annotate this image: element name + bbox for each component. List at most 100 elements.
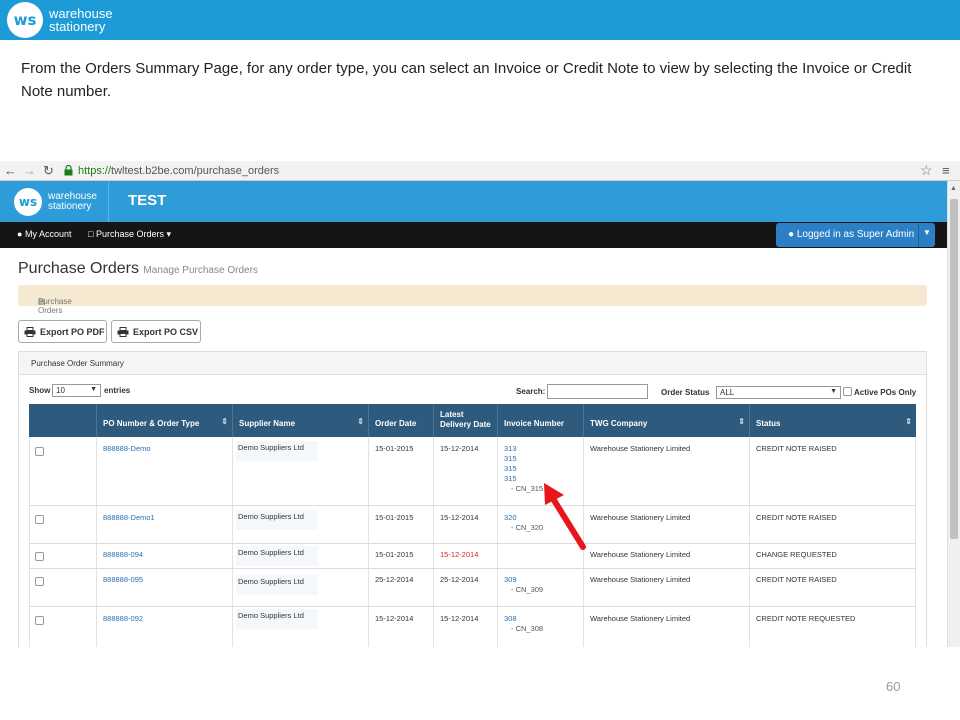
status-text: CHANGE REQUESTED: [756, 550, 837, 559]
export-po-pdf-button[interactable]: Export PO PDF: [18, 320, 107, 343]
nav-purchase-orders[interactable]: □ Purchase Orders ▾: [88, 229, 171, 240]
table-header: PO Number & Order Type ⇕ Supplier Name ⇕ O…: [29, 404, 916, 437]
header-status[interactable]: Status ⇕: [750, 404, 916, 437]
status-text: CREDIT NOTE RAISED: [756, 444, 837, 453]
user-icon: ●: [788, 229, 795, 240]
delivery-date: 15-12-2014: [440, 614, 479, 623]
header-invoice-number[interactable]: Invoice Number: [498, 404, 584, 437]
breadcrumb: ▤ Purchase Orders: [18, 285, 927, 315]
invoice-link[interactable]: 315: [504, 454, 543, 464]
chevron-down-icon[interactable]: ▼: [923, 228, 931, 237]
company-name: Warehouse Stationery Limited: [590, 550, 691, 559]
row-checkbox[interactable]: [35, 616, 44, 625]
status-text: CREDIT NOTE RAISED: [756, 575, 837, 584]
address-bar: ← → ↻ https://twltest.b2be.com/purchase_…: [0, 161, 960, 181]
order-date: 15-01-2015: [375, 550, 414, 559]
order-date: 25-12-2014: [375, 575, 414, 584]
scroll-thumb[interactable]: [950, 199, 958, 539]
highlight-arrow-icon: [544, 483, 586, 550]
order-status-label: Order Status: [661, 388, 710, 397]
delivery-date: 15-12-2014: [440, 550, 479, 559]
user-icon: ●: [17, 229, 23, 239]
logo-wordmark: warehouse stationery: [49, 6, 113, 34]
search-input[interactable]: [547, 384, 648, 399]
sort-icon[interactable]: ⇕: [738, 417, 745, 426]
bookmark-star-icon[interactable]: ☆: [920, 162, 933, 179]
company-name: Warehouse Stationery Limited: [590, 575, 691, 584]
delivery-date: 15-12-2014: [440, 513, 479, 522]
document-icon: □: [88, 229, 94, 239]
export-po-csv-button[interactable]: Export PO CSV: [111, 320, 201, 343]
brand-logo: ws warehouse stationery: [7, 2, 113, 38]
page-number: 60: [886, 679, 901, 694]
forward-icon[interactable]: →: [23, 163, 36, 179]
app-logo-mark: ws: [14, 188, 42, 216]
page-scrollbar[interactable]: ▲: [947, 181, 960, 647]
delivery-date: 25-12-2014: [440, 575, 479, 584]
table-row: 888888-092 Demo Suppliers Ltd 15-12-2014…: [29, 607, 916, 647]
printer-icon: [24, 326, 36, 337]
nav-my-account[interactable]: ● My Account: [17, 229, 71, 239]
company-name: Warehouse Stationery Limited: [590, 513, 691, 522]
row-checkbox[interactable]: [35, 577, 44, 586]
search-label: Search:: [516, 387, 546, 396]
show-label: Show: [29, 386, 51, 395]
slide-header: ws warehouse stationery: [0, 0, 960, 40]
entries-label: entries: [104, 386, 131, 395]
credit-note-link[interactable]: - CN_309: [504, 585, 543, 595]
chevron-down-icon: ▼: [90, 386, 97, 393]
invoice-link[interactable]: 309: [504, 575, 543, 585]
page-subtitle: Manage Purchase Orders: [143, 265, 258, 276]
sort-icon[interactable]: ⇕: [357, 417, 364, 426]
header-delivery-date[interactable]: Latest Delivery Date: [434, 404, 498, 437]
po-number-link[interactable]: 888888-094: [103, 550, 143, 559]
header-order-date[interactable]: Order Date: [369, 404, 434, 437]
logged-in-user-button[interactable]: ● Logged in as Super Admin ▼: [776, 223, 935, 247]
top-navbar: ● My Account □ Purchase Orders ▾ ● Logge…: [0, 222, 947, 248]
invoice-link[interactable]: 313: [504, 444, 543, 454]
app-logo-wordmark: warehouse stationery: [48, 191, 97, 212]
header-divider: [108, 181, 109, 222]
po-number-link[interactable]: 888888-Demo1: [103, 513, 155, 522]
invoice-link[interactable]: 308: [504, 614, 543, 624]
app-logo[interactable]: ws warehouse stationery: [14, 188, 97, 216]
table-row: 888888-Demo1 Demo Suppliers Ltd 15-01-20…: [29, 506, 916, 544]
invoice-link[interactable]: 315: [504, 464, 543, 474]
order-status-select[interactable]: ALL ▼: [716, 386, 841, 399]
company-name: Warehouse Stationery Limited: [590, 444, 691, 453]
header-supplier[interactable]: Supplier Name ⇕: [233, 404, 369, 437]
active-pos-checkbox[interactable]: [843, 387, 852, 396]
order-date: 15-01-2015: [375, 444, 414, 453]
row-checkbox[interactable]: [35, 447, 44, 456]
header-company[interactable]: TWG Company ⇕: [584, 404, 750, 437]
active-pos-label: Active POs Only: [854, 388, 917, 397]
delivery-date: 15-12-2014: [440, 444, 479, 453]
browser-menu-icon[interactable]: ≡: [942, 163, 950, 178]
po-number-link[interactable]: 888888-Demo: [103, 444, 151, 453]
row-checkbox[interactable]: [35, 515, 44, 524]
supplier-name: Demo Suppliers Ltd: [238, 611, 304, 620]
header-po-number[interactable]: PO Number & Order Type ⇕: [97, 404, 233, 437]
page-title: Purchase Orders Manage Purchase Orders: [18, 260, 258, 277]
printer-icon: [117, 326, 129, 337]
order-date: 15-12-2014: [375, 614, 414, 623]
slide-description: From the Orders Summary Page, for any or…: [21, 60, 912, 100]
chevron-down-icon: ▾: [166, 229, 172, 239]
supplier-name: Demo Suppliers Ltd: [238, 443, 304, 452]
back-icon[interactable]: ←: [4, 163, 17, 179]
sort-icon[interactable]: ⇕: [905, 417, 912, 426]
po-number-link[interactable]: 888888-095: [103, 575, 143, 584]
panel-heading: Purchase Order Summary: [19, 352, 926, 375]
url-text[interactable]: https://twltest.b2be.com/purchase_orders: [78, 165, 279, 177]
page-size-select[interactable]: 10 ▼: [52, 384, 101, 397]
chevron-down-icon: ▼: [830, 388, 837, 395]
reload-icon[interactable]: ↻: [43, 163, 54, 179]
sort-icon[interactable]: ⇕: [221, 417, 228, 426]
status-text: CREDIT NOTE RAISED: [756, 513, 837, 522]
row-checkbox[interactable]: [35, 552, 44, 561]
scroll-up-icon[interactable]: ▲: [950, 185, 957, 192]
po-number-link[interactable]: 888888-092: [103, 614, 143, 623]
credit-note-link[interactable]: - CN_308: [504, 624, 543, 634]
browser-screenshot: ← → ↻ https://twltest.b2be.com/purchase_…: [0, 161, 960, 647]
table-row: 888888-094 Demo Suppliers Ltd 15-01-2015…: [29, 544, 916, 569]
